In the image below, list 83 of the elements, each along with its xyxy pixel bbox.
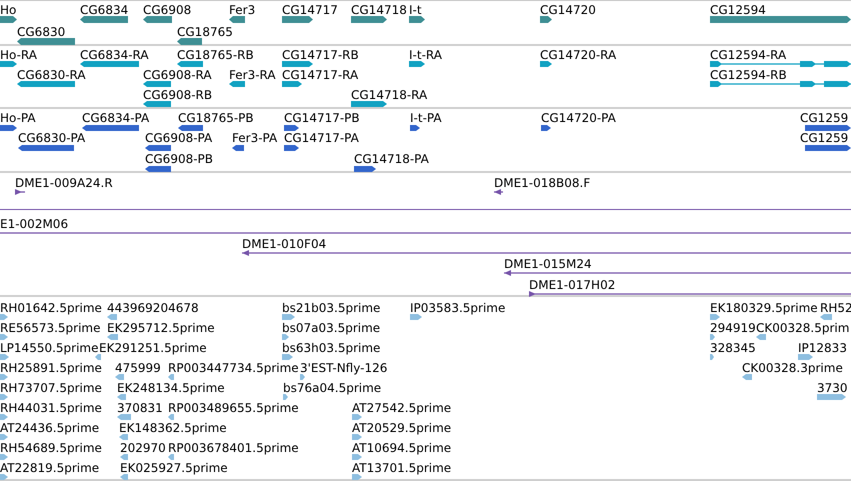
feature-label: bs07a03.5prime bbox=[282, 322, 380, 335]
feature-label: Fer3 bbox=[229, 4, 256, 17]
feature-label: CG14717-PA bbox=[284, 132, 359, 146]
feature-label: CG6834-RA bbox=[80, 49, 149, 62]
feature-label: I-t-RA bbox=[409, 49, 442, 62]
feature-label: DME1-009A24.R bbox=[15, 177, 113, 190]
feature-label: EK291251.5prime bbox=[99, 342, 207, 355]
feature-label: 475999 bbox=[115, 362, 161, 375]
feature-label: DME1-017H02 bbox=[529, 278, 616, 292]
feature-label: CG18765-RB bbox=[177, 49, 254, 62]
feature-label: CG6908-PB bbox=[145, 152, 214, 166]
feature-label: CG6908-RA bbox=[143, 69, 212, 82]
feature-label: CG14718-RA bbox=[351, 89, 428, 102]
feature-label: Ho bbox=[0, 4, 16, 17]
feature-label: EK248134.5prime bbox=[117, 382, 225, 395]
feature-label: CK00328.3prime bbox=[742, 362, 843, 375]
feature-label: EK148362.5prime bbox=[119, 422, 227, 435]
feature-label: 443969204678 bbox=[107, 302, 199, 315]
feature-label: Ho-PA bbox=[0, 112, 36, 125]
feature-label: CG14720-PA bbox=[541, 112, 616, 125]
feature-label: AT10694.5prime bbox=[352, 442, 452, 455]
feature-label: CG14720 bbox=[540, 4, 596, 17]
feature-label: RE56573.5prime bbox=[0, 322, 100, 335]
feature-label: bs76a04.5prime bbox=[283, 382, 382, 395]
feature-label: CG14720-RA bbox=[540, 49, 616, 62]
feature-label: EK180329.5prime bbox=[710, 302, 818, 315]
feature-label: CG6834 bbox=[80, 4, 128, 17]
feature-label: CG14717-PB bbox=[284, 112, 360, 125]
feature-label: I-t bbox=[409, 4, 422, 17]
feature-label: IP12833 bbox=[798, 342, 847, 355]
feature-label: bs63h03.5prime bbox=[282, 342, 380, 355]
feature-label: Ho-RA bbox=[0, 49, 37, 62]
feature-label: CG6830-PA bbox=[18, 132, 86, 146]
feature-label: CK00328.5prim bbox=[756, 322, 850, 335]
feature-label: CG6830 bbox=[17, 26, 66, 39]
feature-label: CG1259 bbox=[800, 132, 848, 146]
feature-label: 202970 bbox=[120, 442, 166, 455]
feature-label: EK025927.5prime bbox=[120, 462, 228, 475]
feature-label: AT27542.5prime bbox=[352, 402, 452, 415]
feature-label: RP003489655.5prime bbox=[168, 402, 299, 415]
feature-label: DME1-015M24 bbox=[504, 258, 592, 272]
feature-label: AT20529.5prime bbox=[352, 422, 452, 435]
feature-label: CG6908 bbox=[143, 4, 192, 17]
feature-label: CG6908-RB bbox=[143, 89, 212, 102]
feature-label: 370831 bbox=[117, 402, 163, 415]
feature-label: 294919 bbox=[710, 322, 756, 335]
feature-label: CG6908-PA bbox=[145, 132, 212, 146]
feature-label: CG6834-PA bbox=[82, 112, 150, 125]
feature-label: DME1-010F04 bbox=[242, 238, 326, 251]
feature-label: RH25891.5prime bbox=[0, 362, 102, 375]
feature-label: CG14718-PA bbox=[354, 152, 429, 166]
feature-label: E1-002M06 bbox=[0, 218, 68, 231]
feature-label: RP003678401.5prime bbox=[168, 442, 299, 455]
feature-label: RH54689.5prime bbox=[0, 442, 102, 455]
feature-label: CG12594 bbox=[710, 4, 766, 17]
feature-label: bs21b03.5prime bbox=[282, 302, 380, 315]
feature-label: Fer3-RA bbox=[229, 69, 276, 82]
feature-label: CG12594-RA bbox=[710, 49, 786, 62]
feature-label: AT24436.5prime bbox=[0, 422, 100, 435]
feature-label: 3'EST-Nfly-126 bbox=[300, 362, 388, 375]
feature-label: RH73707.5prime bbox=[0, 382, 102, 395]
feature-label: AT22819.5prime bbox=[0, 462, 100, 475]
feature-label: LP14550.5prime bbox=[0, 342, 99, 355]
feature-label: CG14717-RB bbox=[282, 49, 359, 62]
feature-label: RH01642.5prime bbox=[0, 302, 102, 315]
feature-label: 328345 bbox=[710, 342, 756, 355]
feature-label: CG6830-RA bbox=[17, 69, 86, 82]
feature-label: RH44031.5prime bbox=[0, 402, 102, 415]
feature-label: DME1-018B08.F bbox=[494, 177, 590, 190]
feature-label: CG18765-PB bbox=[178, 112, 254, 125]
feature-label: IP03583.5prime bbox=[410, 302, 506, 315]
feature-label: CG14718 bbox=[351, 4, 407, 17]
feature-label: Fer3-PA bbox=[232, 132, 278, 146]
feature-label: CG1259 bbox=[800, 112, 848, 125]
feature-label: 3730 bbox=[817, 382, 848, 395]
feature-label: CG14717 bbox=[282, 4, 338, 17]
feature-label: I-t-PA bbox=[410, 112, 442, 125]
feature-label: AT13701.5prime bbox=[352, 462, 452, 475]
feature-label: CG18765 bbox=[177, 26, 233, 39]
feature-label: EK295712.5prime bbox=[107, 322, 215, 335]
feature-label: CG14717-RA bbox=[282, 69, 358, 82]
feature-label: CG12594-RB bbox=[710, 69, 787, 82]
feature-label: RP003447734.5prime bbox=[168, 362, 299, 375]
